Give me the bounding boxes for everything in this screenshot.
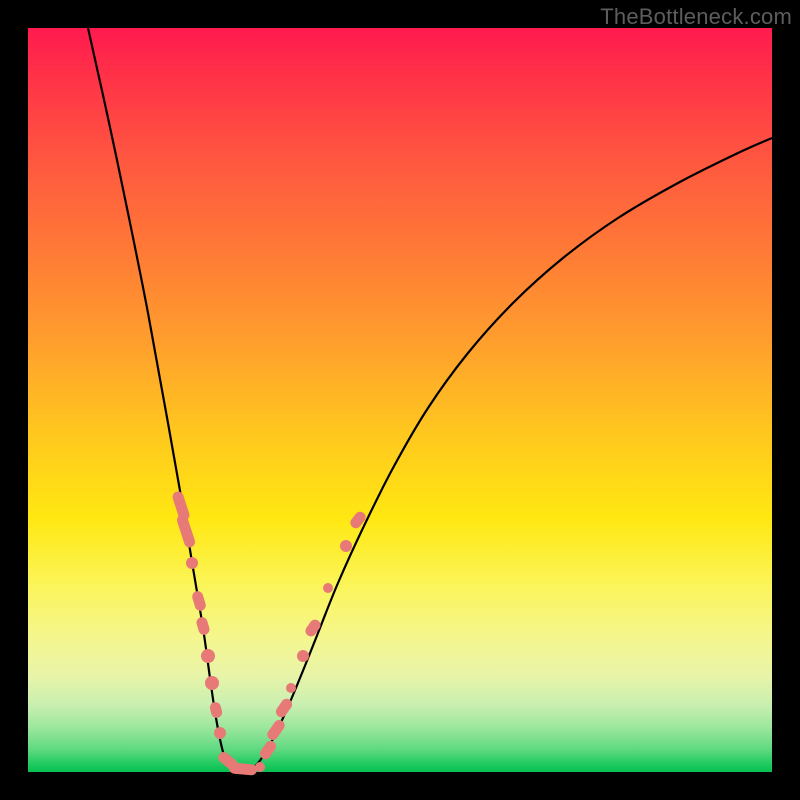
curve-marker xyxy=(195,616,211,636)
curve-marker xyxy=(209,701,224,719)
curve-marker xyxy=(191,590,207,612)
curve-marker xyxy=(186,557,198,569)
bottleneck-curve xyxy=(88,28,772,771)
outer-frame: TheBottleneck.com xyxy=(0,0,800,800)
curve-marker xyxy=(255,762,265,772)
curve-marker xyxy=(205,676,219,690)
curve-marker xyxy=(265,718,287,742)
plot-area xyxy=(28,28,772,772)
curve-marker xyxy=(348,510,368,531)
curve-marker xyxy=(297,650,309,662)
watermark-text: TheBottleneck.com xyxy=(600,4,792,30)
marker-group xyxy=(171,490,368,776)
curve-marker xyxy=(323,583,333,593)
curve-marker xyxy=(214,727,226,739)
curve-marker xyxy=(201,649,215,663)
curve-marker xyxy=(229,762,258,775)
curve-marker xyxy=(176,513,197,549)
curve-marker xyxy=(286,683,296,693)
curve-svg xyxy=(28,28,772,772)
curve-marker xyxy=(340,540,352,552)
